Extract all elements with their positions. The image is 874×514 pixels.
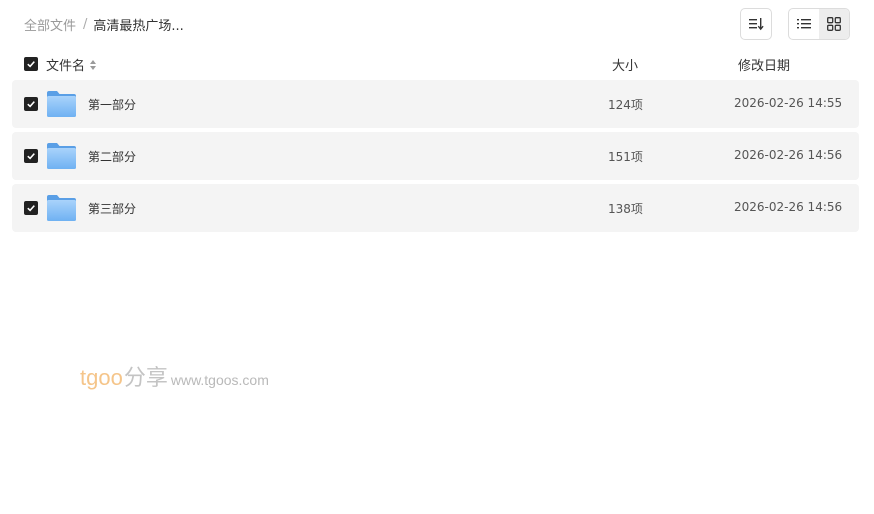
column-date-header[interactable]: 修改日期	[738, 55, 790, 74]
watermark: tgoo 分享 www.tgoos.com	[80, 360, 269, 392]
sort-lines-icon	[749, 18, 764, 31]
breadcrumb: 全部文件 / 高清最热广场...	[24, 14, 184, 34]
grid-view-button[interactable]	[819, 9, 849, 39]
breadcrumb-separator: /	[83, 16, 88, 32]
column-name-header[interactable]: 文件名	[46, 55, 97, 74]
file-size: 138项	[608, 202, 643, 216]
watermark-logo: tgoo	[80, 365, 123, 390]
select-all-checkbox[interactable]	[24, 57, 38, 71]
breadcrumb-root-link[interactable]: 全部文件	[24, 15, 76, 34]
watermark-url: www.tgoos.com	[170, 372, 269, 388]
sort-arrows-icon[interactable]	[89, 59, 97, 71]
folder-icon	[47, 91, 76, 117]
file-size: 124项	[608, 98, 643, 112]
table-row[interactable]: 第一部分 124项 2026-02-26 14:55	[12, 80, 859, 128]
grid-view-icon	[827, 17, 841, 31]
view-toggle	[788, 8, 850, 40]
column-size-header[interactable]: 大小	[612, 55, 638, 74]
breadcrumb-current: 高清最热广场...	[93, 18, 184, 34]
file-name[interactable]: 第三部分	[88, 200, 136, 217]
row-checkbox[interactable]	[24, 201, 38, 215]
list-view-icon	[797, 19, 811, 29]
file-date: 2026-02-26 14:56	[734, 200, 843, 214]
check-icon	[27, 101, 35, 108]
table-row[interactable]: 第二部分 151项 2026-02-26 14:56	[12, 132, 859, 180]
folder-icon	[47, 143, 76, 169]
check-icon	[27, 153, 35, 160]
table-header: 文件名 大小 修改日期	[12, 50, 859, 78]
table-row[interactable]: 第三部分 138项 2026-02-26 14:56	[12, 184, 859, 232]
row-checkbox[interactable]	[24, 97, 38, 111]
file-size: 151项	[608, 150, 643, 164]
file-date: 2026-02-26 14:55	[734, 96, 843, 110]
folder-icon	[47, 195, 76, 221]
sort-button[interactable]	[740, 8, 772, 40]
file-name[interactable]: 第一部分	[88, 96, 136, 113]
watermark-cn: 分享	[123, 366, 168, 391]
check-icon	[27, 61, 35, 68]
check-icon	[27, 205, 35, 212]
column-name-label: 文件名	[46, 59, 86, 74]
file-date: 2026-02-26 14:56	[734, 148, 843, 162]
file-list: 第一部分 124项 2026-02-26 14:55 第二部分 151项 202…	[12, 80, 859, 236]
toolbar	[740, 8, 850, 40]
list-view-button[interactable]	[789, 9, 819, 39]
row-checkbox[interactable]	[24, 149, 38, 163]
file-name[interactable]: 第二部分	[88, 148, 136, 165]
